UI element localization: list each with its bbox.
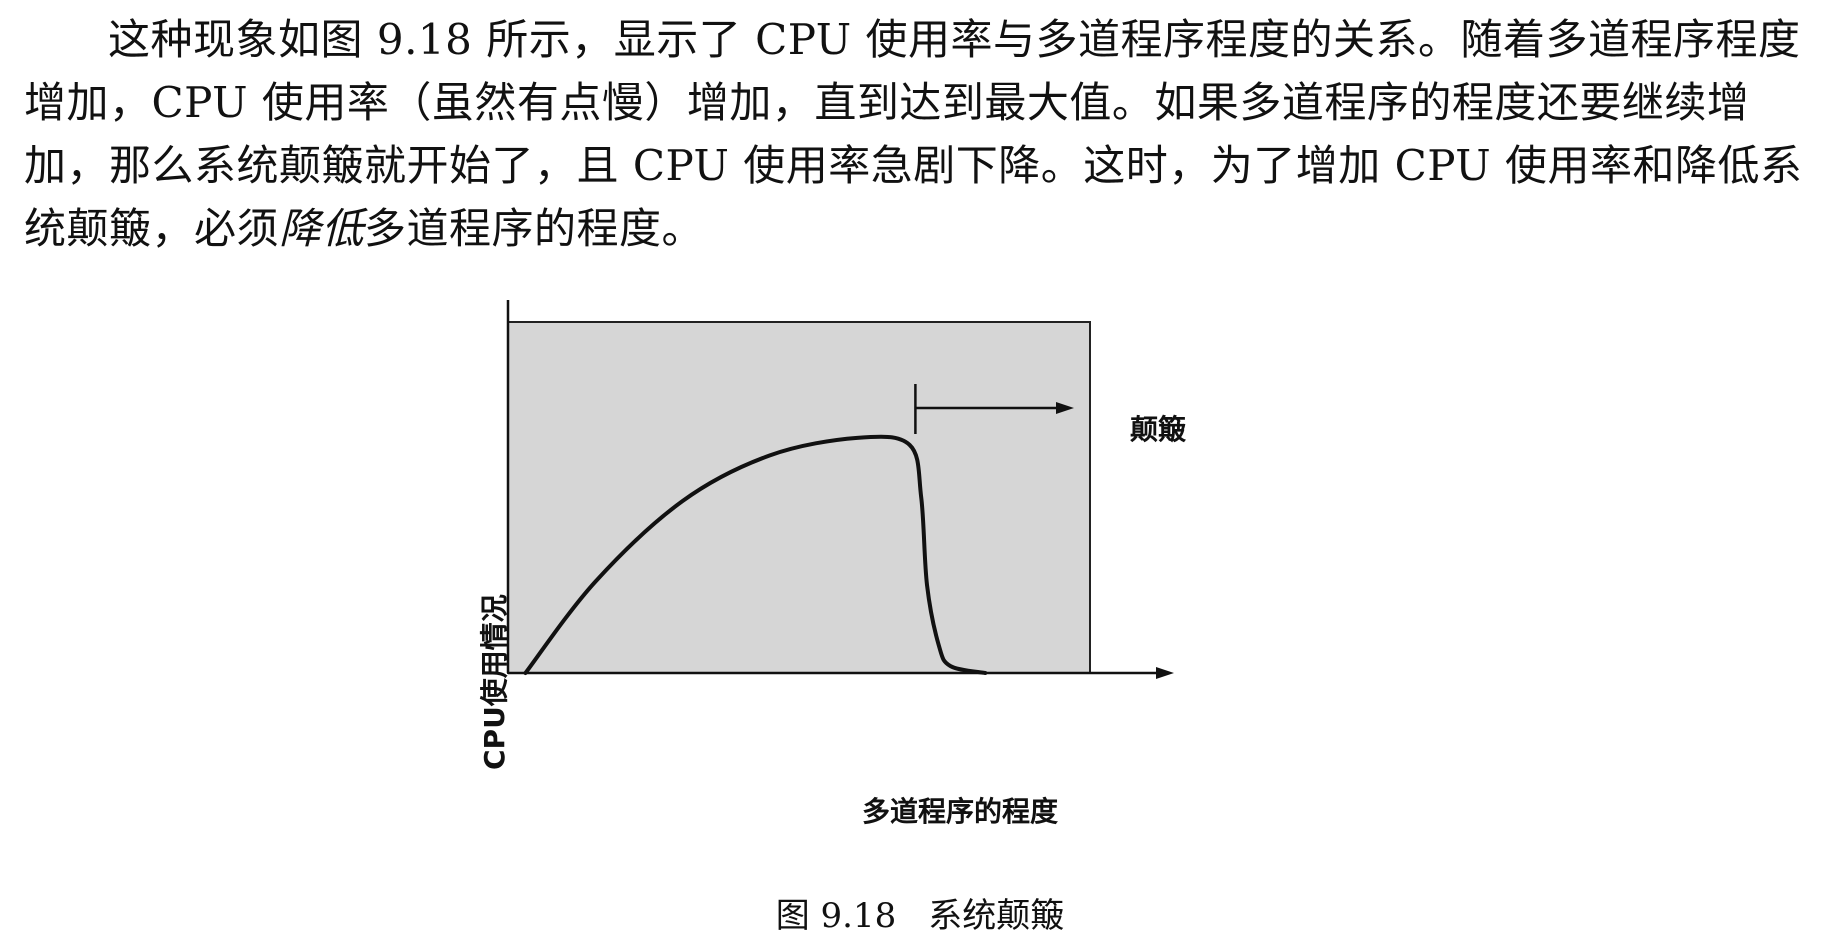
caption-number: 图 9.18: [775, 896, 897, 936]
thrashing-chart: [506, 300, 1174, 679]
thrashing-annotation: 颠簸: [1130, 413, 1187, 446]
plot-area: [507, 321, 1091, 674]
paragraph-emphasis: 降低: [279, 204, 365, 253]
body-paragraph: 这种现象如图 9.18 所示，显示了 CPU 使用率与多道程序程度的关系。随着多…: [24, 8, 1814, 260]
book-page: 这种现象如图 9.18 所示，显示了 CPU 使用率与多道程序程度的关系。随着多…: [0, 0, 1838, 936]
paragraph-text-part2: 多道程序的程度。: [364, 204, 705, 253]
y-axis-label: CPU使用情况: [478, 594, 511, 770]
x-axis-arrowhead: [1156, 667, 1174, 679]
caption-text: 系统颠簸: [928, 896, 1065, 936]
x-axis-label: 多道程序的程度: [861, 795, 1058, 828]
figure-thrashing: CPU使用情况 颠簸 多道程序的程度: [440, 300, 1400, 860]
figure-caption: 图 9.18 系统颠簸: [440, 888, 1400, 937]
